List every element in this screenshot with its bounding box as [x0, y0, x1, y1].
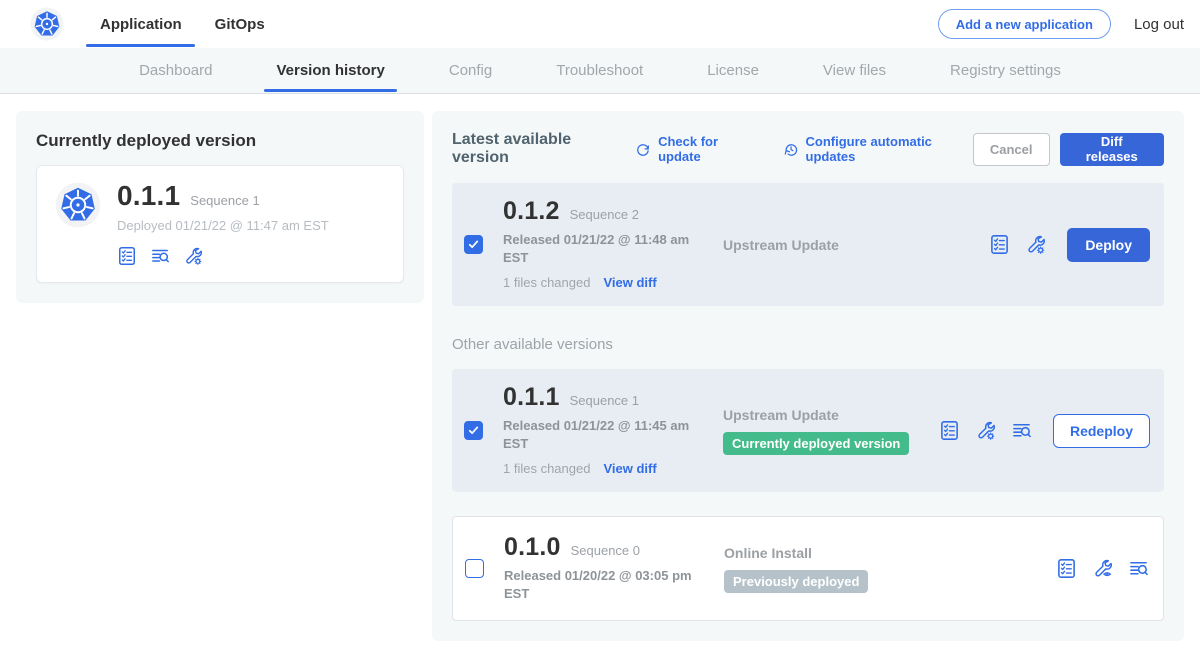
sequence-label: Sequence 0	[571, 543, 640, 558]
source-label: Upstream Update	[723, 237, 989, 253]
check-for-update-link[interactable]: Check for update	[635, 134, 756, 164]
main-content: Currently deployed version 0.1.1 Sequenc…	[0, 94, 1200, 658]
check-for-update-label: Check for update	[658, 134, 757, 164]
tab-registry-settings[interactable]: Registry settings	[950, 48, 1061, 93]
edit-config-wrench-gear-icon[interactable]	[975, 420, 996, 441]
files-changed-label: 1 files changed	[503, 275, 590, 290]
version-checkbox[interactable]	[465, 559, 484, 578]
tab-license[interactable]: License	[707, 48, 759, 93]
source-label: Upstream Update	[723, 407, 939, 423]
version-actions: Deploy	[989, 228, 1150, 262]
available-versions-panel: Latest available version Check for updat…	[432, 111, 1184, 641]
tab-troubleshoot-label: Troubleshoot	[556, 62, 643, 79]
tab-config[interactable]: Config	[449, 48, 492, 93]
deploy-button[interactable]: Deploy	[1067, 228, 1150, 262]
schedule-update-icon	[783, 141, 799, 158]
preflight-checklist-icon[interactable]	[117, 246, 137, 266]
version-actions	[1056, 558, 1149, 579]
deployed-timestamp: Deployed 01/21/22 @ 11:47 am EST	[117, 218, 329, 233]
view-config-wrench-eye-icon[interactable]	[1092, 558, 1113, 579]
other-versions-heading: Other available versions	[452, 336, 1164, 353]
version-number: 0.1.0	[504, 535, 561, 560]
sequence-label: Sequence 2	[570, 207, 639, 222]
deploy-logs-icon[interactable]	[150, 246, 170, 266]
tab-view-files-label: View files	[823, 62, 886, 79]
tab-dashboard[interactable]: Dashboard	[139, 48, 212, 93]
deploy-logs-icon[interactable]	[1128, 558, 1149, 579]
version-info: 0.1.1 Sequence 1 Released 01/21/22 @ 11:…	[503, 385, 705, 476]
tab-version-history[interactable]: Version history	[276, 48, 384, 93]
configure-automatic-updates-label: Configure automatic updates	[806, 134, 973, 164]
top-tab-gitops-label: GitOps	[215, 16, 265, 33]
preflight-checklist-icon[interactable]	[1056, 558, 1077, 579]
version-row-0-1-1: 0.1.1 Sequence 1 Released 01/21/22 @ 11:…	[452, 369, 1164, 492]
top-nav-tabs: Application GitOps	[100, 0, 298, 48]
top-nav-right: Add a new application Log out	[938, 9, 1184, 39]
latest-version-title: Latest available version	[452, 131, 621, 167]
view-diff-link[interactable]: View diff	[603, 275, 656, 290]
app-sub-nav: Dashboard Version history Config Trouble…	[0, 48, 1200, 94]
tab-troubleshoot[interactable]: Troubleshoot	[556, 48, 643, 93]
latest-version-header: Latest available version Check for updat…	[452, 131, 1164, 167]
tab-version-history-label: Version history	[276, 62, 384, 79]
update-links: Check for update Configure automatic upd…	[635, 134, 973, 164]
tab-license-label: License	[707, 62, 759, 79]
version-checkbox[interactable]	[464, 421, 483, 440]
deployed-version-details: 0.1.1 Sequence 1 Deployed 01/21/22 @ 11:…	[117, 182, 329, 266]
version-row-0-1-2: 0.1.2 Sequence 2 Released 01/21/22 @ 11:…	[452, 183, 1164, 306]
version-source: Online Install Previously deployed	[706, 545, 1056, 593]
version-number: 0.1.1	[503, 385, 560, 410]
currently-deployed-badge: Currently deployed version	[723, 432, 909, 455]
version-number: 0.1.2	[503, 199, 560, 224]
kubernetes-app-icon	[55, 182, 101, 228]
source-label: Online Install	[724, 545, 1056, 561]
top-nav: Application GitOps Add a new application…	[0, 0, 1200, 48]
edit-config-wrench-gear-icon[interactable]	[1025, 234, 1046, 255]
tab-dashboard-label: Dashboard	[139, 62, 212, 79]
version-info: 0.1.2 Sequence 2 Released 01/21/22 @ 11:…	[503, 199, 705, 290]
version-actions: Redeploy	[939, 414, 1150, 448]
logout-link[interactable]: Log out	[1134, 16, 1184, 33]
files-changed-label: 1 files changed	[503, 461, 590, 476]
released-timestamp: Released 01/21/22 @ 11:45 am EST	[503, 417, 699, 452]
currently-deployed-title: Currently deployed version	[36, 131, 404, 151]
currently-deployed-panel: Currently deployed version 0.1.1 Sequenc…	[16, 111, 424, 303]
view-diff-link[interactable]: View diff	[603, 461, 656, 476]
version-row-0-1-0: 0.1.0 Sequence 0 Released 01/20/22 @ 03:…	[452, 516, 1164, 621]
deploy-logs-icon[interactable]	[1011, 420, 1032, 441]
diff-releases-button[interactable]: Diff releases	[1060, 133, 1165, 166]
cancel-button[interactable]: Cancel	[973, 133, 1050, 166]
version-source: Upstream Update Currently deployed versi…	[705, 407, 939, 455]
top-tab-gitops[interactable]: GitOps	[215, 0, 265, 48]
checkmark-icon	[467, 238, 480, 251]
preflight-checklist-icon[interactable]	[939, 420, 960, 441]
tab-view-files[interactable]: View files	[823, 48, 886, 93]
version-info: 0.1.0 Sequence 0 Released 01/20/22 @ 03:…	[504, 535, 706, 602]
add-application-button[interactable]: Add a new application	[938, 9, 1111, 39]
top-tab-application-label: Application	[100, 16, 182, 33]
preflight-checklist-icon[interactable]	[989, 234, 1010, 255]
configure-automatic-updates-link[interactable]: Configure automatic updates	[783, 134, 973, 164]
sequence-label: Sequence 1	[570, 393, 639, 408]
redeploy-button[interactable]: Redeploy	[1053, 414, 1150, 448]
deployed-sequence-label: Sequence 1	[190, 193, 259, 208]
deployed-version-actions	[117, 246, 329, 266]
previously-deployed-badge: Previously deployed	[724, 570, 868, 593]
released-timestamp: Released 01/20/22 @ 03:05 pm EST	[504, 567, 700, 602]
tab-registry-settings-label: Registry settings	[950, 62, 1061, 79]
released-timestamp: Released 01/21/22 @ 11:48 am EST	[503, 231, 699, 266]
version-checkbox[interactable]	[464, 235, 483, 254]
tab-config-label: Config	[449, 62, 492, 79]
refresh-icon	[635, 141, 651, 158]
edit-config-wrench-gear-icon[interactable]	[183, 246, 203, 266]
deployed-version-number: 0.1.1	[117, 182, 180, 210]
version-source: Upstream Update	[705, 237, 989, 253]
kubernetes-logo-icon[interactable]	[30, 7, 64, 41]
deployed-version-card: 0.1.1 Sequence 1 Deployed 01/21/22 @ 11:…	[36, 165, 404, 283]
top-tab-application[interactable]: Application	[100, 0, 182, 48]
checkmark-icon	[467, 424, 480, 437]
